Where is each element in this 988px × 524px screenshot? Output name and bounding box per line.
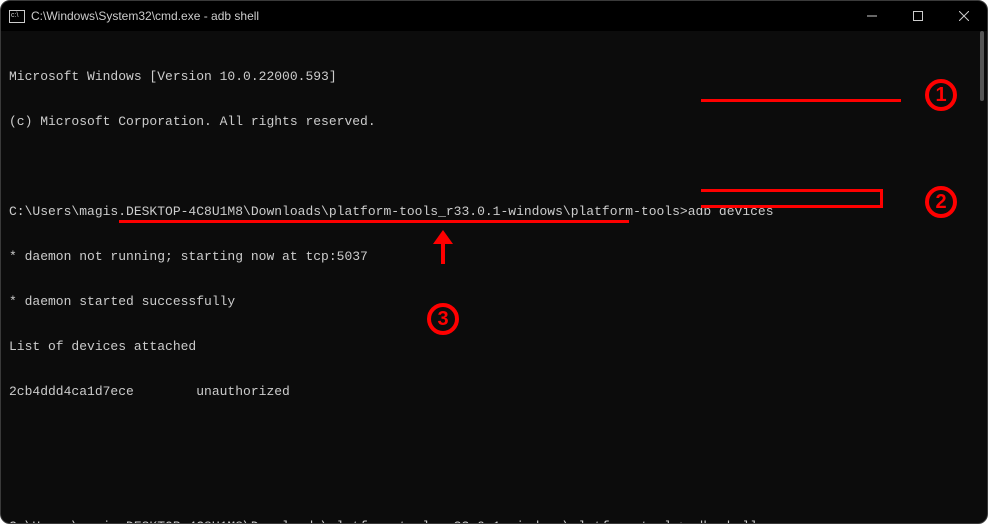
cmd-window: c:\ C:\Windows\System32\cmd.exe - adb sh… [0,0,988,524]
prompt: C:\Users\magis.DESKTOP-4C8U1M8\Downloads… [9,519,688,524]
output-line [9,159,971,174]
output-line: List of devices attached [9,339,971,354]
output-line: 2cb4ddd4ca1d7ece unauthorized [9,384,971,399]
output-line: * daemon started successfully [9,294,971,309]
maximize-button[interactable] [895,1,941,31]
output-line: C:\Users\magis.DESKTOP-4C8U1M8\Downloads… [9,519,971,524]
output-line: C:\Users\magis.DESKTOP-4C8U1M8\Downloads… [9,204,971,219]
output-line: * daemon not running; starting now at tc… [9,249,971,264]
terminal-output[interactable]: Microsoft Windows [Version 10.0.22000.59… [9,39,971,515]
output-line [9,429,971,444]
command-text: adb devices [688,204,774,219]
cmd-icon: c:\ [9,8,25,24]
window-title: C:\Windows\System32\cmd.exe - adb shell [31,9,259,23]
output-line: (c) Microsoft Corporation. All rights re… [9,114,971,129]
command-text: adb shell [688,519,758,524]
close-button[interactable] [941,1,987,31]
scrollbar-thumb[interactable] [980,31,984,101]
prompt: C:\Users\magis.DESKTOP-4C8U1M8\Downloads… [9,204,688,219]
minimize-button[interactable] [849,1,895,31]
titlebar[interactable]: c:\ C:\Windows\System32\cmd.exe - adb sh… [1,1,987,31]
output-line: Microsoft Windows [Version 10.0.22000.59… [9,69,971,84]
output-line [9,474,971,489]
